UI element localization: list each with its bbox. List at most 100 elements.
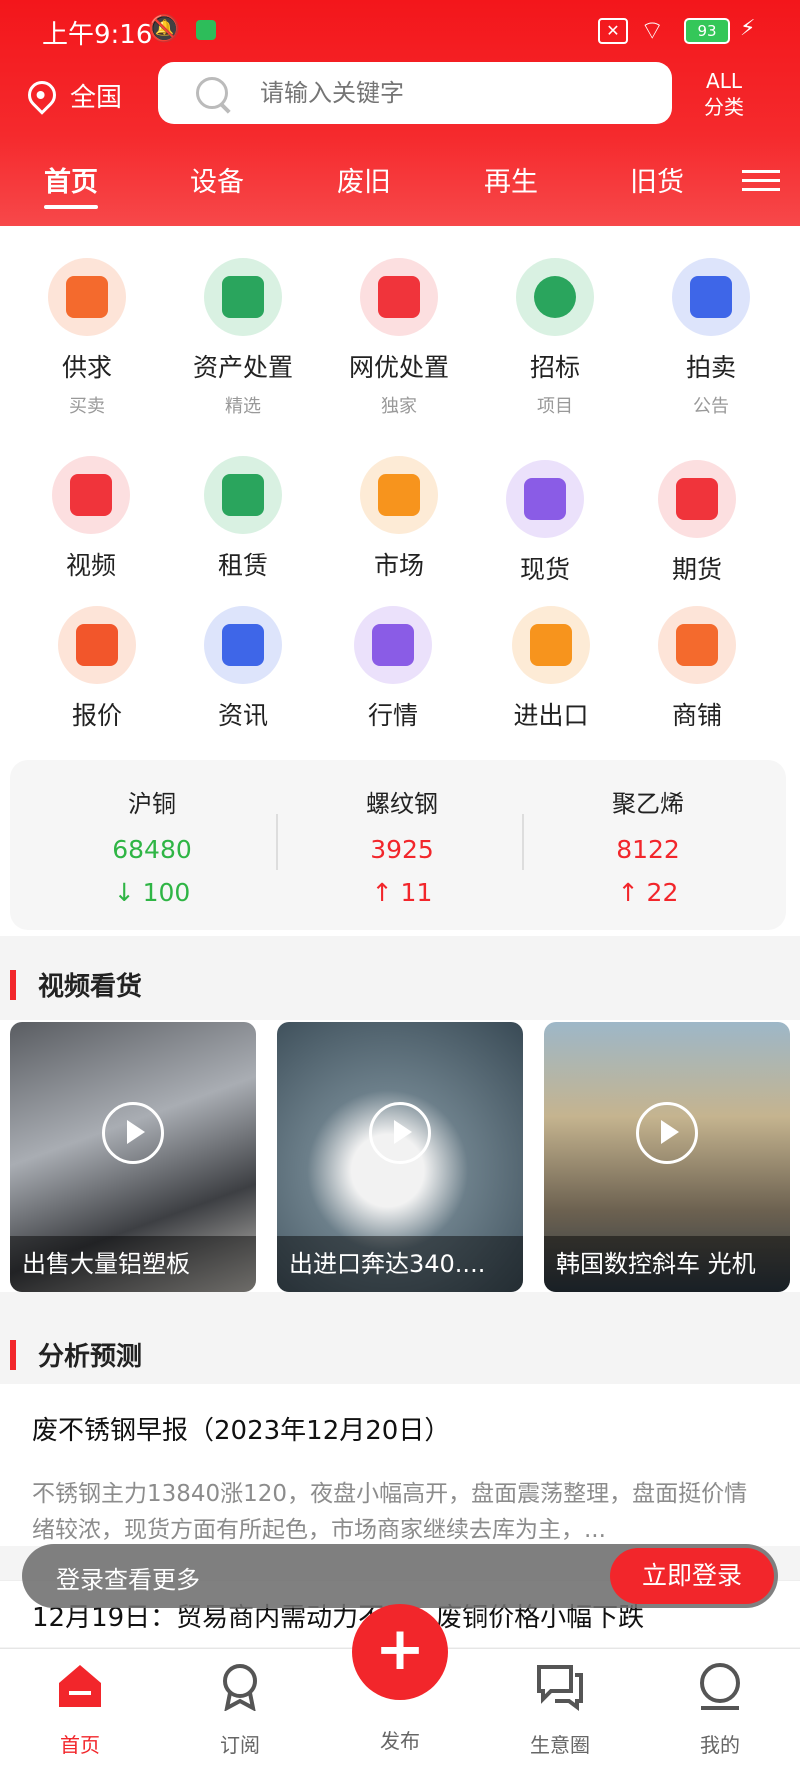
grid-item-spot[interactable]: 现货 [470, 460, 620, 586]
price-value: 3925 [370, 835, 434, 864]
plus-icon: + [374, 1614, 426, 1684]
grid-label: 现货 [519, 555, 570, 584]
chat-icon [537, 1665, 583, 1711]
location-selector[interactable]: 全国 [22, 72, 122, 118]
price-value: 8122 [616, 835, 680, 864]
section-marker [10, 970, 16, 1000]
tab-recycled[interactable]: 再生 [484, 160, 538, 199]
price-name: 沪铜 [128, 790, 176, 818]
grid-item-network[interactable]: 网优处置 独家 [324, 258, 474, 418]
target-icon [516, 258, 594, 336]
nav-home[interactable]: 首页 [20, 1661, 140, 1758]
grid-label: 商铺 [671, 701, 722, 730]
no-sim-icon: ✕ [598, 18, 628, 44]
mute-icon: 🔕 [148, 14, 181, 44]
nav-label: 生意圈 [530, 1733, 590, 1757]
grid-label: 行情 [367, 701, 418, 730]
warehouse-icon [658, 460, 736, 538]
grid-label: 资产处置 [192, 353, 293, 382]
location-pin-icon [22, 75, 62, 115]
grid-item-import-export[interactable]: 进出口 [476, 606, 626, 732]
tab-secondhand[interactable]: 旧货 [630, 160, 684, 199]
status-bar: 上午9:16 🔕 ✕ ⌔ 93 ⚡ [0, 0, 800, 60]
news-icon [204, 606, 282, 684]
quote-icon [58, 606, 136, 684]
header: 上午9:16 🔕 ✕ ⌔ 93 ⚡ 全国 ALL 分类 首页 设备 废旧 再生 … [0, 0, 800, 226]
section-title: 分析预测 [38, 1342, 143, 1372]
search-input[interactable] [258, 78, 642, 108]
grid-item-futures[interactable]: 期货 [622, 460, 772, 586]
publish-button[interactable]: + [352, 1604, 448, 1700]
nav-label: 订阅 [220, 1733, 260, 1757]
gavel-icon [672, 258, 750, 336]
grid-item-news[interactable]: 资讯 [168, 606, 318, 732]
grid-item-trend[interactable]: 行情 [318, 606, 468, 732]
article-title: 废不锈钢早报（2023年12月20日） [32, 1416, 451, 1446]
grid-item-auction[interactable]: 拍卖 公告 [636, 258, 786, 418]
divider [522, 814, 524, 870]
feature-grid: 供求 买卖 资产处置精选 网优处置 独家 招标 项目 拍卖公告 视频 租赁 市场 现货… [0, 226, 800, 746]
login-prompt: 登录查看更多 立即登录 [22, 1544, 778, 1608]
grid-sub: 公告 [693, 396, 729, 417]
price-item-rebar[interactable]: 螺纹钢 3925 ↑ 11 [282, 760, 522, 907]
price-ticker[interactable]: 沪铜 68480 ↓ 100 螺纹钢 3925 ↑ 11 聚乙烯 8122 ↑ … [10, 760, 786, 930]
tab-equipment[interactable]: 设备 [190, 160, 244, 199]
wifi-icon: ⌔ [640, 16, 665, 46]
video-list: 出售大量铝塑板 出进口奔达340.... 韩国数控斜车 光机 [0, 1020, 800, 1292]
tab-scrap[interactable]: 废旧 [337, 160, 391, 199]
status-time: 上午9:16 [42, 20, 153, 50]
bag-icon [48, 258, 126, 336]
grid-item-market[interactable]: 市场 [324, 456, 474, 582]
play-icon [369, 1102, 431, 1164]
section-header-videos: 视频看货 [0, 956, 800, 1012]
search-bar[interactable] [158, 62, 672, 124]
grid-label: 拍卖 [685, 353, 736, 382]
grid-sub: 独家 [381, 396, 417, 417]
all-categories-button[interactable]: ALL 分类 [704, 68, 744, 120]
login-button[interactable]: 立即登录 [610, 1548, 774, 1604]
grid-item-quote[interactable]: 报价 [22, 606, 172, 732]
hand-doc-icon [360, 258, 438, 336]
section-marker [10, 1340, 16, 1370]
price-item-copper[interactable]: 沪铜 68480 ↓ 100 [32, 760, 272, 907]
grid-label: 期货 [671, 555, 722, 584]
video-card[interactable]: 韩国数控斜车 光机 [544, 1022, 790, 1292]
video-card[interactable]: 出售大量铝塑板 [10, 1022, 256, 1292]
grid-sub: 精选 [225, 396, 261, 417]
nav-label: 首页 [60, 1733, 100, 1757]
article-summary: 不锈钢主力13840涨120，夜盘小幅高开，盘面震荡整理，盘面挺价情绪较浓，现货… [32, 1481, 748, 1543]
video-caption: 韩国数控斜车 光机 [544, 1236, 790, 1292]
nav-business-circle[interactable]: 生意圈 [500, 1661, 620, 1758]
trend-icon [354, 606, 432, 684]
section-title: 视频看货 [38, 972, 143, 1002]
nav-subscribe[interactable]: 订阅 [180, 1661, 300, 1758]
grid-item-asset[interactable]: 资产处置 精选 [168, 258, 318, 418]
price-name: 聚乙烯 [612, 790, 684, 818]
grid-item-shop[interactable]: 商铺 [622, 606, 772, 732]
section-header-analysis: 分析预测 [0, 1326, 800, 1382]
tab-home[interactable]: 首页 [44, 160, 98, 209]
app-notification-icon [196, 20, 216, 40]
video-card[interactable]: 出进口奔达340.... [277, 1022, 523, 1292]
grid-sub: 项目 [537, 396, 573, 417]
article-item[interactable]: 废不锈钢早报（2023年12月20日） 不锈钢主力13840涨120，夜盘小幅高… [0, 1384, 800, 1546]
price-change: ↑ 11 [371, 878, 433, 907]
nav-label: 我的 [700, 1733, 740, 1757]
medal-icon [223, 1664, 257, 1712]
price-item-polyethylene[interactable]: 聚乙烯 8122 ↑ 22 [528, 760, 768, 907]
grid-item-tender[interactable]: 招标 项目 [480, 258, 630, 418]
building-icon [204, 258, 282, 336]
grid-label: 资讯 [217, 701, 268, 730]
login-prompt-text: 登录查看更多 [56, 1566, 200, 1594]
goods-icon [506, 460, 584, 538]
grid-item-lease[interactable]: 租赁 [168, 456, 318, 582]
all-categories-line1: ALL [706, 69, 742, 93]
nav-me[interactable]: 我的 [660, 1661, 780, 1758]
play-icon [102, 1102, 164, 1164]
grid-item-supply[interactable]: 供求 买卖 [12, 258, 162, 418]
tools-icon [204, 456, 282, 534]
menu-icon[interactable] [742, 164, 780, 197]
video-caption: 出进口奔达340.... [277, 1236, 523, 1292]
market-icon [360, 456, 438, 534]
grid-item-video[interactable]: 视频 [16, 456, 166, 582]
